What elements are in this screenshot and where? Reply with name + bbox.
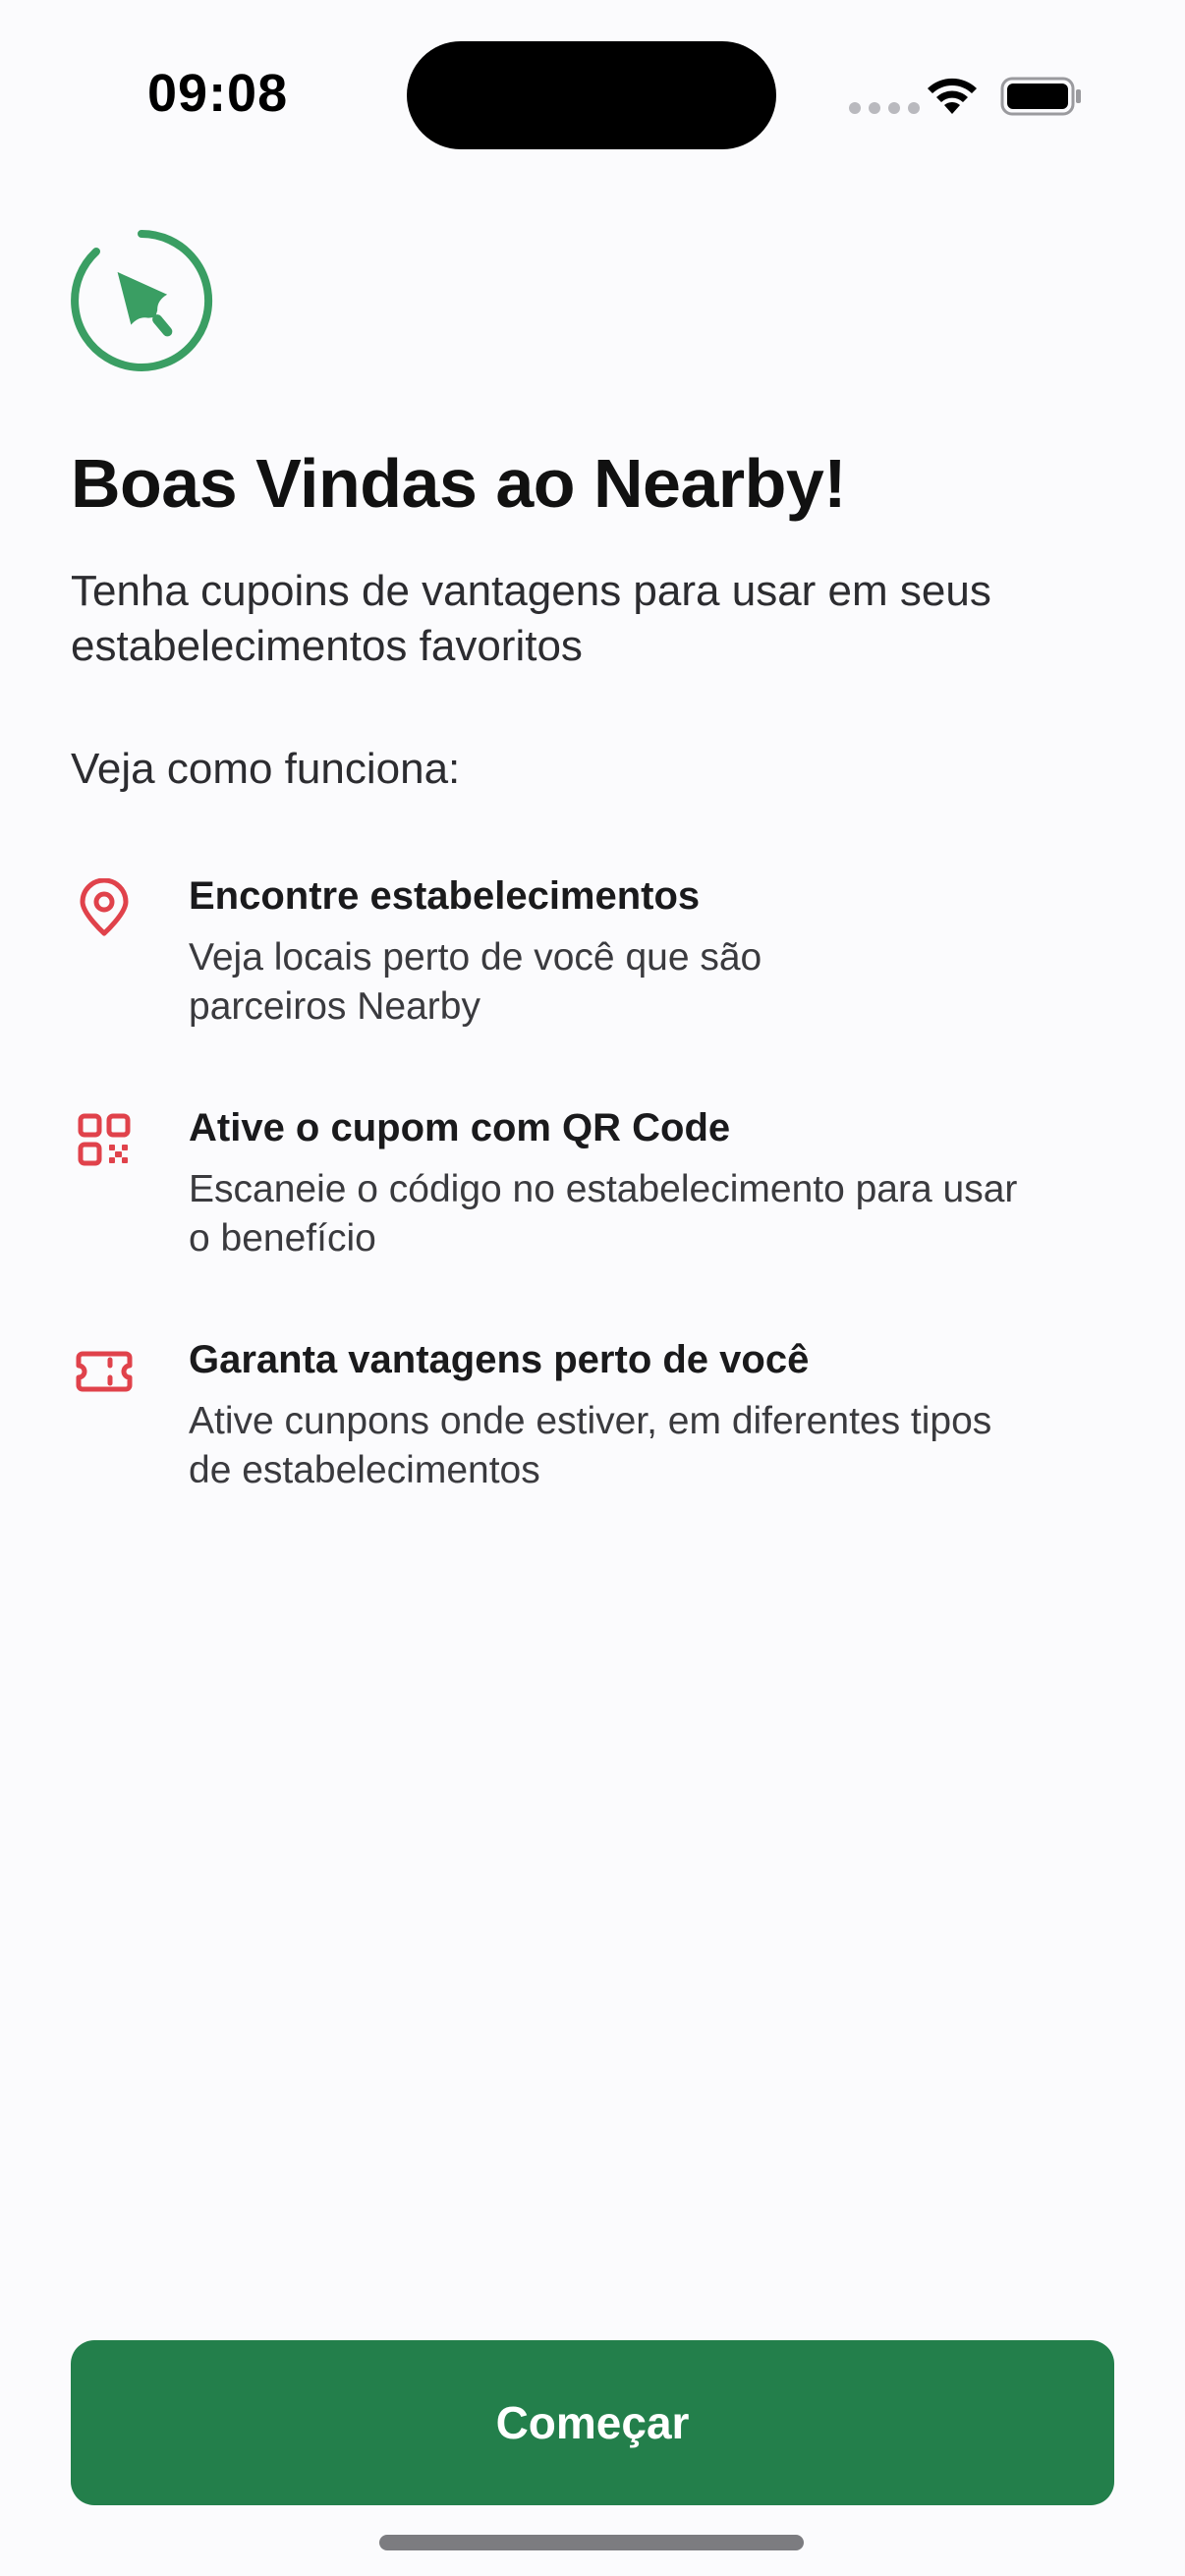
page-title: Boas Vindas ao Nearby! bbox=[71, 445, 847, 522]
nearby-logo-icon bbox=[71, 230, 213, 371]
feature-description: Veja locais perto de você que são parcei… bbox=[189, 933, 1132, 1032]
battery-icon bbox=[1000, 77, 1081, 116]
feature-description-line: de estabelecimentos bbox=[189, 1449, 540, 1491]
feature-title: Ative o cupom com QR Code bbox=[189, 1106, 731, 1149]
home-indicator[interactable] bbox=[379, 2535, 804, 2550]
feature-title: Encontre estabelecimentos bbox=[189, 874, 701, 918]
feature-description-line: Escaneie o código no estabelecimento par… bbox=[189, 1168, 1018, 1210]
feature-description: Escaneie o código no estabelecimento par… bbox=[189, 1165, 1132, 1263]
feature-description: Ative cunpons onde estiver, em diferente… bbox=[189, 1397, 1132, 1495]
feature-description-line: Ative cunpons onde estiver, em diferente… bbox=[189, 1400, 992, 1442]
feature-description-line: o benefício bbox=[189, 1217, 376, 1260]
page-subtitle: Tenha cupoins de vantagens para usar em … bbox=[71, 567, 991, 670]
how-it-works-heading: Veja como funciona: bbox=[71, 745, 461, 793]
wifi-icon bbox=[928, 78, 977, 114]
map-pin-icon bbox=[80, 878, 129, 936]
feature-description-line: Veja locais perto de você que são bbox=[189, 936, 762, 979]
feature-description-line: parceiros Nearby bbox=[189, 985, 480, 1028]
welcome-screen: 09:08 Boas Vindas ao Nearby! Tenha cupoi… bbox=[0, 0, 1185, 2576]
qrcode-icon bbox=[78, 1113, 131, 1166]
ticket-icon bbox=[76, 1351, 133, 1392]
start-button[interactable]: Começar bbox=[71, 2340, 1114, 2505]
cellular-signal-icon bbox=[849, 102, 920, 114]
feature-title: Garanta vantagens perto de você bbox=[189, 1338, 810, 1381]
dynamic-island bbox=[407, 41, 776, 149]
status-time: 09:08 bbox=[147, 64, 289, 123]
